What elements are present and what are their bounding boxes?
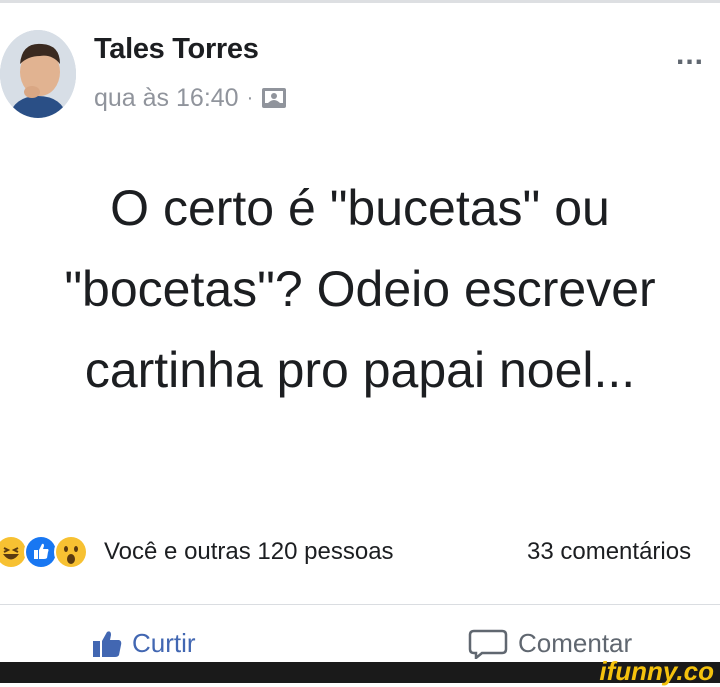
avatar[interactable] [0, 30, 76, 118]
like-icon [24, 535, 58, 569]
like-button-label: Curtir [132, 628, 196, 658]
more-options-button[interactable]: ... [676, 38, 704, 72]
post-meta: qua às 16:40 · [94, 84, 287, 112]
reactions-summary[interactable]: Você e outras 120 pessoas [104, 538, 394, 566]
like-button[interactable]: Curtir [92, 628, 196, 659]
wow-icon [54, 535, 88, 569]
photo-icon[interactable] [261, 86, 287, 110]
meta-separator: · [246, 86, 254, 109]
post-timestamp[interactable]: qua às 16:40 [94, 84, 239, 113]
comment-button[interactable]: Comentar [468, 628, 632, 659]
comment-icon [468, 629, 508, 659]
reaction-icons[interactable] [0, 534, 88, 570]
top-divider [0, 0, 720, 3]
comment-button-label: Comentar [518, 628, 633, 658]
comments-count[interactable]: 33 comentários [527, 538, 691, 566]
post-text: O certo é "bucetas" ou "bocetas"? Odeio … [64, 180, 656, 398]
action-divider [0, 604, 720, 605]
watermark-logo: ifunny.co [599, 656, 714, 686]
thumbs-up-icon [93, 630, 122, 657]
post-author-name[interactable]: Tales Torres [94, 33, 259, 66]
watermark-bar: ifunny.co [0, 656, 720, 686]
